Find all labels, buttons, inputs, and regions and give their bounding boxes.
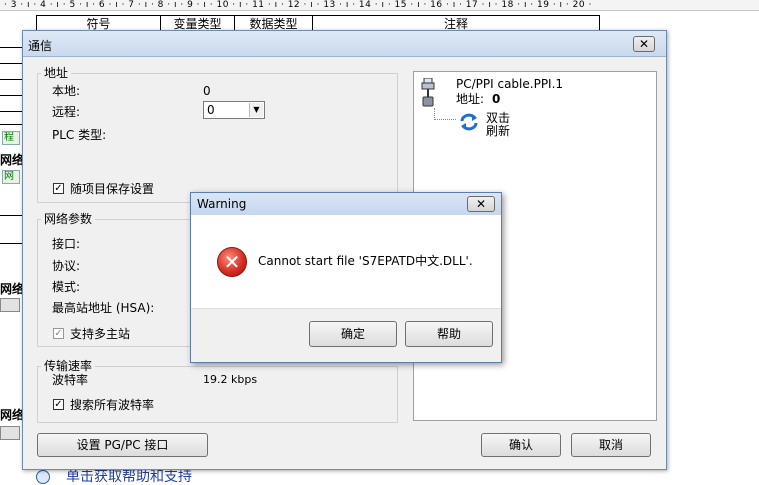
tree-address-label: 地址:	[456, 92, 485, 106]
grid-line	[0, 47, 22, 48]
warning-message: Cannot start file 'S7EPATD中文.DLL'.	[258, 254, 473, 268]
search-all-baud-checkbox[interactable]: ✓	[53, 399, 64, 410]
chevron-down-icon[interactable]: ▼	[249, 103, 263, 117]
network-params-legend: 网络参数	[41, 212, 96, 226]
cancel-button[interactable]: 取消	[571, 433, 651, 457]
help-button[interactable]: 帮助	[405, 321, 493, 347]
ruler: · 3 · ı · 4 · ı · 5 · ı · 6 · ı · 7 · ı …	[0, 0, 759, 11]
network-comment-box[interactable]: 网	[2, 170, 20, 184]
network-label: 网络	[0, 153, 25, 167]
search-all-baud-label: 搜索所有波特率	[70, 398, 155, 412]
remote-address-select[interactable]: 0 ▼	[203, 101, 265, 119]
grid-line	[0, 243, 22, 244]
network-contact[interactable]	[0, 298, 20, 312]
remote-label: 远程:	[52, 105, 81, 119]
refresh-label-line2[interactable]: 刷新	[486, 124, 510, 138]
warning-title-bar[interactable]: Warning ✕	[191, 193, 501, 215]
grid-line	[0, 63, 22, 64]
local-label: 本地:	[52, 84, 81, 98]
warning-title: Warning	[197, 197, 247, 211]
grid-line	[0, 79, 22, 80]
baud-group-legend: 传输速率	[41, 359, 96, 373]
refresh-icon[interactable]	[458, 112, 480, 132]
close-button[interactable]: ✕	[633, 36, 655, 52]
network-label: 网络	[0, 282, 25, 296]
tree-connector	[434, 119, 456, 120]
baud-value: 19.2 kbps	[203, 373, 258, 386]
close-icon: ✕	[638, 37, 650, 51]
grid-line	[0, 215, 22, 216]
plc-type-label: PLC 类型:	[52, 128, 107, 142]
help-link[interactable]: 单击获取帮助和支持	[66, 470, 192, 484]
grid-line	[0, 111, 22, 112]
program-tab[interactable]: 程	[2, 131, 20, 145]
hsa-label: 最高站地址 (HSA):	[52, 301, 155, 315]
cable-label[interactable]: PC/PPI cable.PPI.1	[456, 77, 563, 91]
network-label: 网络	[0, 408, 25, 422]
remote-address-value: 0	[207, 103, 215, 117]
multimaster-checkbox[interactable]: ✓	[53, 328, 64, 339]
address-group-legend: 地址	[41, 66, 72, 80]
warning-dialog: Warning ✕ ✕ Cannot start file 'S7EPATD中文…	[190, 192, 502, 363]
grid-line	[0, 95, 22, 96]
save-with-project-checkbox[interactable]: ✓	[53, 183, 64, 194]
dialog-title-bar[interactable]: 通信 ✕	[23, 31, 666, 57]
interface-label: 接口:	[52, 237, 81, 251]
mode-label: 模式:	[52, 280, 81, 294]
multimaster-label: 支持多主站	[70, 327, 131, 341]
local-value: 0	[203, 84, 211, 98]
dialog-title: 通信	[28, 39, 53, 53]
set-pgpc-interface-button[interactable]: 设置 PG/PC 接口	[37, 433, 208, 457]
protocol-label: 协议:	[52, 259, 81, 273]
error-icon: ✕	[217, 247, 247, 277]
network-contact[interactable]	[0, 426, 20, 440]
refresh-label-line1[interactable]: 双击	[486, 111, 510, 125]
baud-label: 波特率	[52, 373, 89, 387]
help-icon[interactable]	[36, 470, 50, 484]
warning-close-button[interactable]: ✕	[467, 196, 495, 212]
save-with-project-label: 随项目保存设置	[70, 182, 155, 196]
tree-address-value: 0	[492, 92, 501, 106]
grid-line	[0, 124, 22, 125]
pc-ppi-cable-icon[interactable]	[420, 77, 436, 108]
close-icon: ✕	[475, 197, 487, 211]
confirm-button[interactable]: 确定	[309, 321, 397, 347]
warning-footer: 确定 帮助	[191, 308, 501, 362]
ok-button[interactable]: 确认	[481, 433, 561, 457]
